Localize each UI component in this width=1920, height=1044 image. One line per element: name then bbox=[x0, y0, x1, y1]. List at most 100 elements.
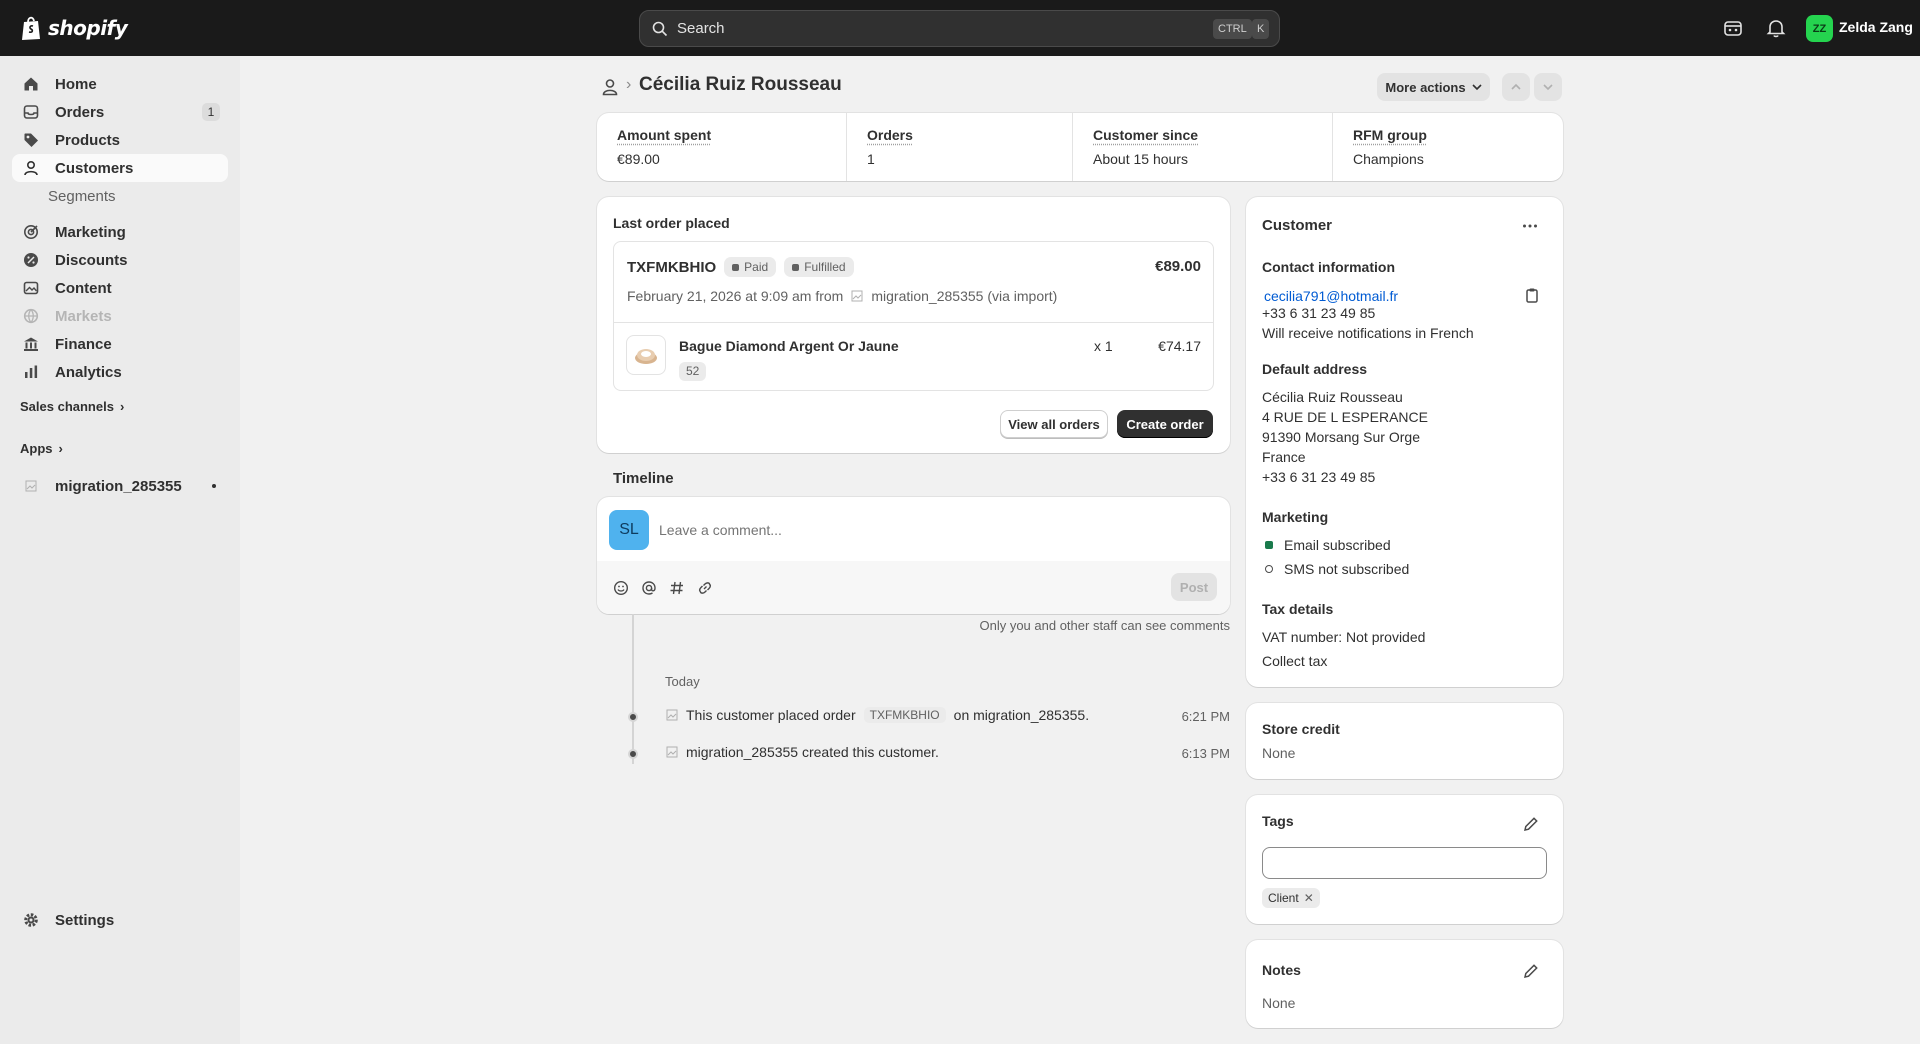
nav-products[interactable]: Products bbox=[12, 126, 228, 154]
sales-channels-section[interactable]: Sales channels › bbox=[20, 399, 124, 414]
nav-home[interactable]: Home bbox=[12, 70, 228, 98]
variant-badge: 52 bbox=[679, 362, 707, 381]
edit-pencil-icon[interactable] bbox=[1522, 815, 1540, 833]
status-dot bbox=[792, 263, 800, 271]
event-time: 6:21 PM bbox=[1181, 709, 1230, 724]
post-button[interactable]: Post bbox=[1171, 573, 1217, 601]
link-icon[interactable] bbox=[697, 580, 713, 596]
copy-icon[interactable] bbox=[1523, 286, 1541, 304]
nav-analytics[interactable]: Analytics bbox=[12, 358, 228, 386]
stat-amount-spent[interactable]: Amount spent €89.00 bbox=[597, 113, 731, 181]
last-order-card: Last order placed TXFMKBHIO Paid Fulfill… bbox=[597, 197, 1230, 453]
address-line: France bbox=[1262, 449, 1306, 465]
product-name-link[interactable]: Bague Diamond Argent Or Jaune bbox=[679, 338, 899, 354]
stat-customer-since[interactable]: Customer since About 15 hours bbox=[1073, 113, 1218, 181]
home-icon bbox=[22, 75, 40, 93]
remove-tag-icon[interactable]: ✕ bbox=[1304, 891, 1314, 905]
customer-phone: +33 6 31 23 49 85 bbox=[1262, 305, 1376, 321]
nav-finance[interactable]: Finance bbox=[12, 330, 228, 358]
item-quantity: x 1 bbox=[1094, 338, 1113, 354]
emoji-icon[interactable] bbox=[613, 580, 629, 596]
app-image-icon bbox=[851, 290, 863, 302]
search-placeholder: Search bbox=[677, 20, 725, 37]
paid-status-badge: Paid bbox=[724, 257, 777, 277]
paid-status-text: Paid bbox=[744, 260, 769, 274]
timeline-event-customer-created: migration_285355 created this customer. bbox=[666, 744, 939, 760]
nav-content[interactable]: Content bbox=[12, 274, 228, 302]
stat-rfm-group[interactable]: RFM group Champions bbox=[1333, 113, 1447, 181]
customer-email-link[interactable]: cecilia791@hotmail.fr bbox=[1264, 288, 1398, 304]
marketing-heading: Marketing bbox=[1262, 509, 1329, 525]
order-id-link[interactable]: TXFMKBHIO bbox=[627, 259, 716, 276]
stat-label: Amount spent bbox=[617, 127, 712, 143]
hashtag-icon[interactable] bbox=[669, 580, 685, 596]
nav-app-label: migration_285355 bbox=[55, 477, 182, 495]
nav-marketing[interactable]: Marketing bbox=[12, 218, 228, 246]
timeline-event-dot bbox=[628, 712, 638, 722]
store-icon[interactable] bbox=[1722, 17, 1744, 39]
language-note: Will receive notifications in French bbox=[1262, 325, 1474, 341]
nav-orders[interactable]: Orders 1 bbox=[12, 98, 228, 126]
store-credit-title: Store credit bbox=[1262, 721, 1340, 737]
user-avatar[interactable]: ZZ bbox=[1806, 15, 1833, 42]
fulfilled-status-badge: Fulfilled bbox=[784, 257, 854, 277]
product-thumbnail[interactable] bbox=[626, 335, 666, 375]
stat-label: RFM group bbox=[1353, 127, 1427, 143]
customers-breadcrumb-icon[interactable] bbox=[600, 77, 620, 97]
nav-markets[interactable]: Markets bbox=[12, 302, 228, 330]
nav-markets-label: Markets bbox=[55, 307, 112, 325]
sms-marketing-status: SMS not subscribed bbox=[1284, 561, 1410, 577]
user-name[interactable]: Zelda Zang bbox=[1839, 19, 1913, 35]
shortcut-ctrl-key: CTRL bbox=[1213, 19, 1252, 39]
shopify-bag-icon bbox=[22, 16, 40, 40]
previous-customer-button[interactable] bbox=[1502, 73, 1530, 101]
customer-info-card: Customer Contact information cecilia791@… bbox=[1246, 197, 1563, 687]
gear-icon bbox=[22, 911, 40, 929]
nav-segments[interactable]: Segments bbox=[12, 182, 228, 210]
shopify-logo[interactable]: shopify bbox=[20, 15, 128, 41]
event-text: on migration_285355. bbox=[953, 707, 1090, 723]
tags-card: Tags Client ✕ bbox=[1246, 795, 1563, 924]
stat-orders[interactable]: Orders 1 bbox=[847, 113, 933, 181]
mention-icon[interactable] bbox=[641, 580, 657, 596]
event-text: This customer placed order bbox=[686, 707, 856, 723]
nav-customers[interactable]: Customers bbox=[12, 154, 228, 182]
chevron-up-icon bbox=[1511, 83, 1521, 90]
sales-channels-label: Sales channels bbox=[20, 399, 114, 414]
order-id-tag[interactable]: TXFMKBHIO bbox=[863, 707, 946, 723]
more-horizontal-icon[interactable] bbox=[1521, 217, 1539, 235]
vat-number: VAT number: Not provided bbox=[1262, 629, 1426, 645]
order-total: €89.00 bbox=[1155, 258, 1201, 275]
create-order-button[interactable]: Create order bbox=[1117, 410, 1213, 438]
order-date: February 21, 2026 at 9:09 am from bbox=[627, 288, 844, 304]
comment-toolbar: Post bbox=[597, 561, 1230, 614]
nav-app-migration[interactable]: migration_285355 bbox=[12, 472, 228, 500]
bank-icon bbox=[22, 335, 40, 353]
nav-settings[interactable]: Settings bbox=[12, 906, 228, 934]
app-image-icon bbox=[666, 709, 678, 721]
search-bar[interactable]: Search CTRL K bbox=[639, 10, 1280, 47]
brand-name: shopify bbox=[48, 16, 128, 40]
divider bbox=[614, 322, 1213, 323]
more-actions-label: More actions bbox=[1385, 79, 1466, 95]
tag-chip-label: Client bbox=[1268, 891, 1299, 905]
chevron-right-icon: › bbox=[119, 399, 125, 414]
page-title: Cécilia Ruiz Rousseau bbox=[639, 74, 842, 95]
sidebar: Home Orders 1 Products Customers Segment… bbox=[0, 56, 240, 1044]
comment-input[interactable] bbox=[659, 515, 1199, 545]
nav-finance-label: Finance bbox=[55, 335, 112, 353]
nav-discounts[interactable]: Discounts bbox=[12, 246, 228, 274]
order-summary-box: TXFMKBHIO Paid Fulfilled €89.00 February… bbox=[613, 241, 1214, 391]
contact-heading: Contact information bbox=[1262, 259, 1395, 275]
store-credit-value: None bbox=[1262, 745, 1296, 761]
tags-input[interactable] bbox=[1262, 847, 1547, 879]
bell-icon[interactable] bbox=[1765, 17, 1787, 39]
nav-analytics-label: Analytics bbox=[55, 363, 122, 381]
more-actions-button[interactable]: More actions bbox=[1377, 73, 1490, 101]
item-price: €74.17 bbox=[1158, 338, 1201, 354]
edit-pencil-icon[interactable] bbox=[1522, 962, 1540, 980]
view-all-orders-button[interactable]: View all orders bbox=[1000, 410, 1108, 438]
next-customer-button[interactable] bbox=[1534, 73, 1562, 101]
apps-section[interactable]: Apps › bbox=[20, 441, 63, 456]
order-header-row: TXFMKBHIO Paid Fulfilled bbox=[627, 257, 854, 277]
